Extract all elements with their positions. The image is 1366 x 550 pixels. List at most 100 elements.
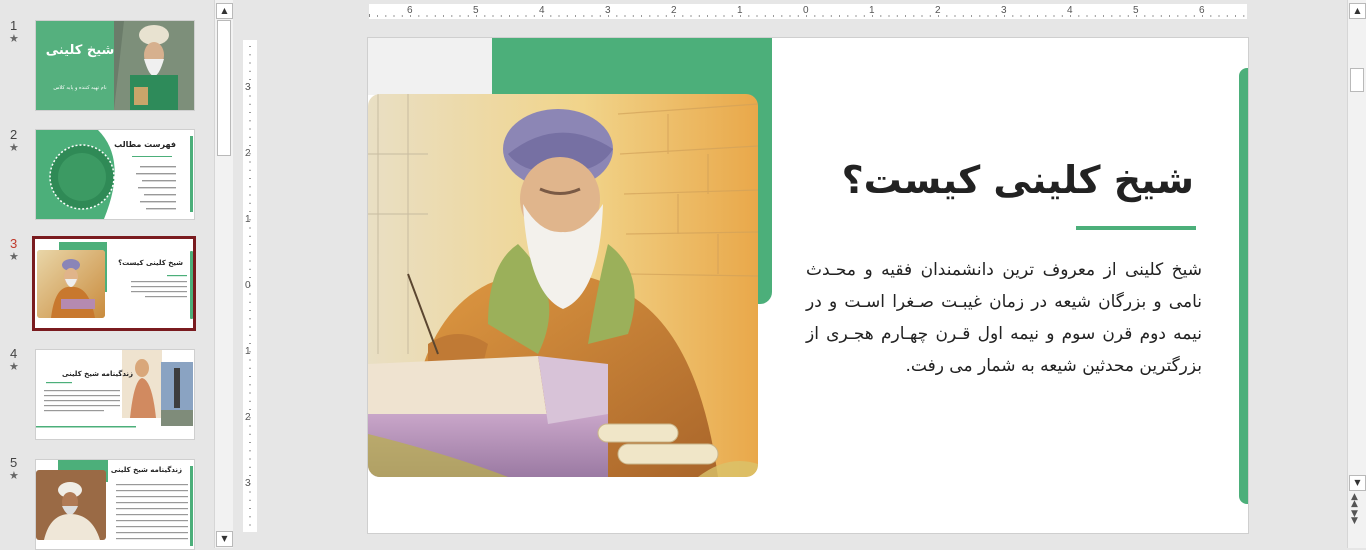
slide-body-text[interactable]: شیخ کلینی از معروف ترین دانشمندان فقیه و… bbox=[806, 254, 1202, 382]
ruler-tick bbox=[575, 15, 576, 17]
ruler-tick bbox=[249, 227, 251, 229]
thumbnail-slide-3-active[interactable]: شیخ کلینی کیست؟ bbox=[32, 236, 196, 331]
ruler-tick bbox=[517, 15, 519, 17]
ruler-tick bbox=[665, 15, 667, 17]
ruler-tick bbox=[249, 128, 251, 130]
ruler-tick bbox=[249, 145, 251, 146]
ruler-tick bbox=[995, 15, 997, 17]
slide-thumbnails-pane: 1 ★ شیخ کلینی نام تهیه کننده و پایه کلاس… bbox=[0, 0, 214, 550]
ruler-tick bbox=[707, 15, 708, 17]
ruler-label: 1 bbox=[869, 5, 875, 16]
ruler-tick bbox=[855, 15, 857, 17]
ruler-tick bbox=[1119, 15, 1121, 17]
ruler-tick bbox=[249, 54, 251, 56]
thumbnail-slide-2[interactable]: فهرست مطالب bbox=[35, 129, 195, 220]
ruler-tick bbox=[1226, 15, 1228, 17]
ruler-tick bbox=[249, 310, 251, 311]
scroll-up-arrow-icon[interactable]: ▲ bbox=[216, 3, 233, 19]
ruler-tick bbox=[1177, 15, 1179, 17]
ruler-tick bbox=[249, 491, 251, 493]
ruler-tick bbox=[822, 15, 824, 17]
ruler-tick bbox=[929, 15, 931, 17]
slide-editor-area: 6 5 4 3 2 1 0 1 2 3 4 5 6 3 2 1 0 1 2 3 bbox=[233, 0, 1347, 548]
animation-star-icon: ★ bbox=[9, 360, 19, 373]
ruler-tick bbox=[1235, 15, 1236, 17]
animation-star-icon: ★ bbox=[9, 32, 19, 45]
ruler-tick bbox=[249, 367, 251, 369]
horizontal-ruler[interactable]: 6 5 4 3 2 1 0 1 2 3 4 5 6 bbox=[369, 4, 1247, 19]
vertical-ruler[interactable]: 3 2 1 0 1 2 3 bbox=[243, 40, 257, 532]
thumb-graphics bbox=[36, 350, 193, 428]
thumbnail-slide-4[interactable]: زندگینامه شیخ کلینی bbox=[35, 349, 195, 440]
ruler-tick bbox=[249, 169, 251, 171]
ruler-tick bbox=[921, 15, 923, 17]
scroll-up-arrow-icon[interactable]: ▲ bbox=[1349, 3, 1366, 19]
next-slide-icon[interactable]: ▼ ▼ bbox=[1351, 510, 1358, 526]
ruler-label: 3 bbox=[245, 478, 251, 489]
ruler-label: 4 bbox=[1067, 5, 1073, 16]
ruler-tick bbox=[962, 15, 964, 17]
ruler-tick bbox=[1111, 15, 1113, 17]
scrollbar-thumb[interactable] bbox=[217, 20, 231, 156]
ruler-tick bbox=[583, 15, 585, 17]
ruler-label: 2 bbox=[671, 5, 677, 16]
ruler-tick bbox=[249, 70, 251, 72]
slide-title[interactable]: شیخ کلینی کیست؟ bbox=[842, 158, 1194, 202]
ruler-tick bbox=[249, 260, 251, 262]
ruler-tick bbox=[249, 252, 251, 254]
ruler-label: 4 bbox=[539, 5, 545, 16]
scroll-down-arrow-icon[interactable]: ▼ bbox=[1349, 475, 1366, 491]
thumbnail-slide-5[interactable]: زندگینامه شیخ کلینی bbox=[35, 459, 195, 550]
ruler-tick bbox=[624, 15, 626, 17]
thumbnail-number: 1 bbox=[10, 18, 18, 33]
title-underline bbox=[1076, 226, 1196, 230]
thumb-title: شیخ کلینی bbox=[45, 43, 115, 58]
ruler-tick bbox=[525, 15, 527, 17]
scholar-writing-illustration[interactable] bbox=[368, 94, 758, 477]
ruler-tick bbox=[249, 244, 251, 245]
slide-canvas[interactable]: شیخ کلینی کیست؟ شیخ کلینی از معروف ترین … bbox=[367, 37, 1249, 534]
scroll-down-arrow-icon[interactable]: ▼ bbox=[216, 531, 233, 547]
ruler-tick bbox=[1193, 15, 1195, 17]
previous-slide-icon[interactable]: ▲ ▲ bbox=[1351, 493, 1358, 509]
ruler-tick bbox=[905, 15, 906, 17]
ruler-tick bbox=[249, 103, 251, 105]
ruler-tick bbox=[987, 15, 989, 17]
ruler-label: 1 bbox=[245, 346, 251, 357]
ruler-label: 2 bbox=[245, 412, 251, 423]
thumb-title: زندگینامه شیخ کلینی bbox=[110, 466, 182, 474]
ruler-tick bbox=[459, 15, 461, 17]
ruler-tick bbox=[971, 15, 972, 17]
ruler-tick bbox=[1185, 15, 1187, 17]
animation-star-icon: ★ bbox=[9, 141, 19, 154]
ruler-tick bbox=[690, 15, 692, 17]
ruler-tick bbox=[249, 376, 251, 377]
scholar-photo-thumbnail bbox=[114, 21, 194, 110]
thumbnail-number: 5 bbox=[10, 455, 18, 470]
ruler-tick bbox=[839, 15, 840, 17]
ruler-tick bbox=[558, 15, 560, 17]
ruler-label: 3 bbox=[1001, 5, 1007, 16]
ruler-tick bbox=[641, 15, 642, 17]
ruler-tick bbox=[443, 15, 444, 17]
editor-scrollbar[interactable]: ▲ ▼ ▲ ▲ ▼ ▼ bbox=[1347, 0, 1366, 548]
ruler-label: 1 bbox=[737, 5, 743, 16]
ruler-tick bbox=[249, 318, 251, 320]
ruler-tick bbox=[913, 15, 915, 17]
ruler-tick bbox=[249, 326, 251, 328]
ruler-tick bbox=[467, 15, 469, 17]
ruler-tick bbox=[249, 194, 251, 196]
ruler-tick bbox=[764, 15, 766, 17]
ruler-label: 2 bbox=[935, 5, 941, 16]
ruler-tick bbox=[1061, 15, 1063, 17]
thumbnails-scrollbar[interactable]: ▲ ▼ bbox=[214, 0, 233, 548]
ruler-tick bbox=[249, 268, 251, 270]
ruler-label: 3 bbox=[605, 5, 611, 16]
ruler-tick bbox=[249, 524, 251, 526]
scrollbar-thumb[interactable] bbox=[1350, 68, 1364, 92]
thumbnail-slide-1[interactable]: شیخ کلینی نام تهیه کننده و پایه کلاس bbox=[35, 20, 195, 111]
ruler-tick bbox=[1037, 15, 1038, 17]
ruler-tick bbox=[1012, 15, 1014, 17]
ruler-tick bbox=[249, 334, 251, 336]
ruler-tick bbox=[591, 15, 593, 17]
